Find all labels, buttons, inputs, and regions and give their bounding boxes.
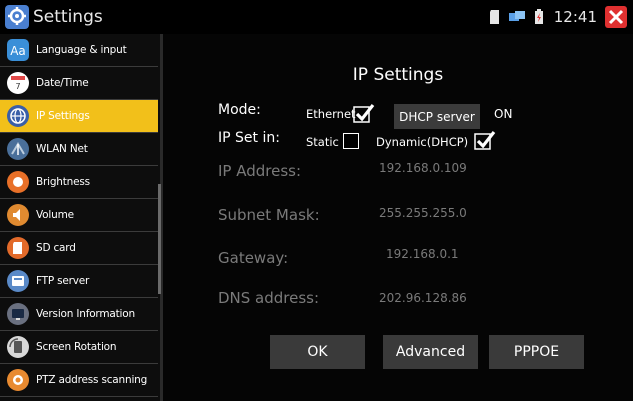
static-checkbox[interactable] [343, 133, 359, 149]
dynamic-checkbox[interactable] [474, 130, 496, 150]
ip-set-label: IP Set in: [218, 130, 280, 146]
dynamic-label: Dynamic(DHCP) [376, 135, 469, 149]
battery-icon [534, 9, 543, 24]
ip-address-label: IP Address: [218, 162, 302, 180]
advanced-button[interactable]: Advanced [383, 335, 478, 369]
static-label: Static [306, 135, 339, 149]
status-icons: 12:41 [488, 6, 627, 28]
calendar-icon: 7 [7, 72, 29, 94]
sidebar-item-screen-rotation[interactable]: Screen Rotation [0, 331, 158, 364]
ethernet-label: Ethernet [306, 107, 356, 121]
monitor-icon [7, 303, 29, 325]
sidebar-item-volume[interactable]: Volume [0, 199, 158, 232]
dhcp-server-state: ON [494, 107, 513, 121]
dhcp-server-button[interactable]: DHCP server [394, 104, 480, 129]
page-title: IP Settings [352, 65, 444, 85]
svg-text:Aa: Aa [10, 44, 26, 58]
settings-app-icon [5, 5, 29, 29]
gateway-value[interactable]: 192.168.0.1 [386, 247, 459, 261]
brightness-icon [7, 171, 29, 193]
ok-button[interactable]: OK [270, 335, 365, 369]
subnet-mask-value[interactable]: 255.255.255.0 [379, 206, 467, 220]
status-bar: Settings 12:41 [0, 0, 633, 34]
sidebar-item-sd-card[interactable]: SD card [0, 232, 158, 265]
sidebar-scrollbar[interactable] [158, 184, 161, 294]
dns-address-value[interactable]: 202.96.128.86 [379, 291, 467, 305]
close-icon[interactable] [605, 6, 627, 28]
pppoe-button[interactable]: PPPOE [489, 335, 584, 369]
wifi-icon [7, 138, 29, 160]
sidebar-item-ip-settings[interactable]: IP Settings [0, 100, 158, 133]
camera-icon [7, 369, 29, 391]
svg-text:7: 7 [15, 82, 20, 91]
volume-icon [7, 204, 29, 226]
sidebar-item-language[interactable]: Aa Language & input [0, 34, 158, 67]
mode-label: Mode: [218, 102, 261, 118]
dns-address-label: DNS address: [218, 289, 320, 307]
sidebar: Aa Language & input 7 Date/Time IP Setti… [0, 34, 163, 401]
rotation-icon [7, 336, 29, 358]
sd-card-icon [7, 237, 29, 259]
sidebar-item-brightness[interactable]: Brightness [0, 166, 158, 199]
sidebar-item-wlan[interactable]: WLAN Net [0, 133, 158, 166]
ip-address-value[interactable]: 192.168.0.109 [379, 161, 467, 175]
ip-settings-panel: IP Settings Mode: Ethernet DHCP server O… [163, 34, 633, 401]
sidebar-item-ptz[interactable]: PTZ address scanning [0, 364, 158, 397]
globe-icon [7, 105, 29, 127]
gateway-label: Gateway: [218, 249, 289, 267]
language-icon: Aa [7, 39, 29, 61]
app-title: Settings [33, 7, 103, 27]
clock: 12:41 [553, 8, 597, 26]
sd-status-icon [489, 10, 499, 24]
subnet-mask-label: Subnet Mask: [218, 206, 320, 224]
network-status-icon [508, 11, 525, 21]
sidebar-item-date-time[interactable]: 7 Date/Time [0, 67, 158, 100]
sidebar-item-version[interactable]: Version Information [0, 298, 158, 331]
sidebar-item-ftp[interactable]: FTP server [0, 265, 158, 298]
ethernet-checkbox[interactable] [353, 103, 375, 123]
ftp-icon [7, 270, 29, 292]
